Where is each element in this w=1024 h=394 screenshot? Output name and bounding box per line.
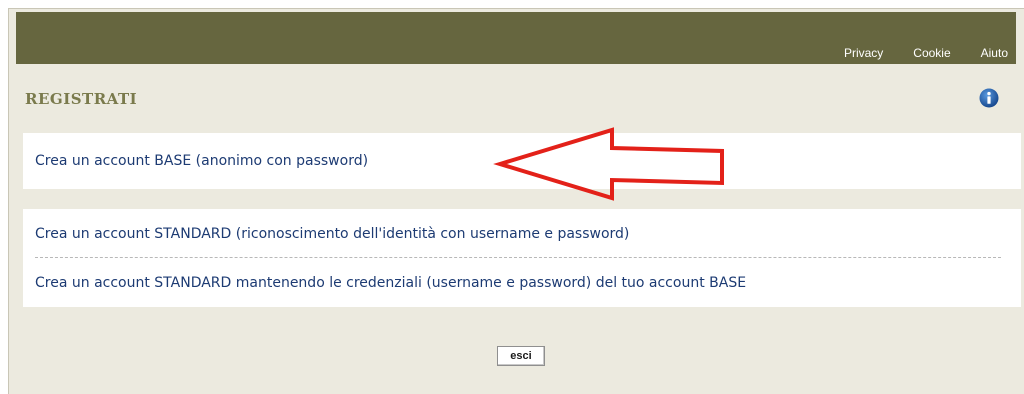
list-item: Crea un account STANDARD mantenendo le c…	[23, 258, 1021, 307]
top-nav: Privacy Cookie Aiuto	[822, 46, 1016, 60]
annotation-arrow-icon	[493, 127, 724, 201]
exit-button[interactable]: esci	[497, 346, 545, 366]
standard-account-box: Crea un account STANDARD (riconoscimento…	[23, 209, 1021, 307]
info-icon[interactable]	[979, 88, 999, 108]
page-title: REGISTRATI	[25, 90, 138, 108]
nav-aiuto-link[interactable]: Aiuto	[959, 46, 1016, 60]
nav-cookie-link[interactable]: Cookie	[891, 46, 958, 60]
list-item: Crea un account STANDARD (riconoscimento…	[35, 209, 1001, 258]
nav-privacy-link[interactable]: Privacy	[822, 46, 891, 60]
create-standard-from-base-link[interactable]: Crea un account STANDARD mantenendo le c…	[23, 258, 1021, 308]
create-standard-account-link[interactable]: Crea un account STANDARD (riconoscimento…	[35, 209, 1001, 259]
header-bar: Privacy Cookie Aiuto	[16, 12, 1016, 64]
